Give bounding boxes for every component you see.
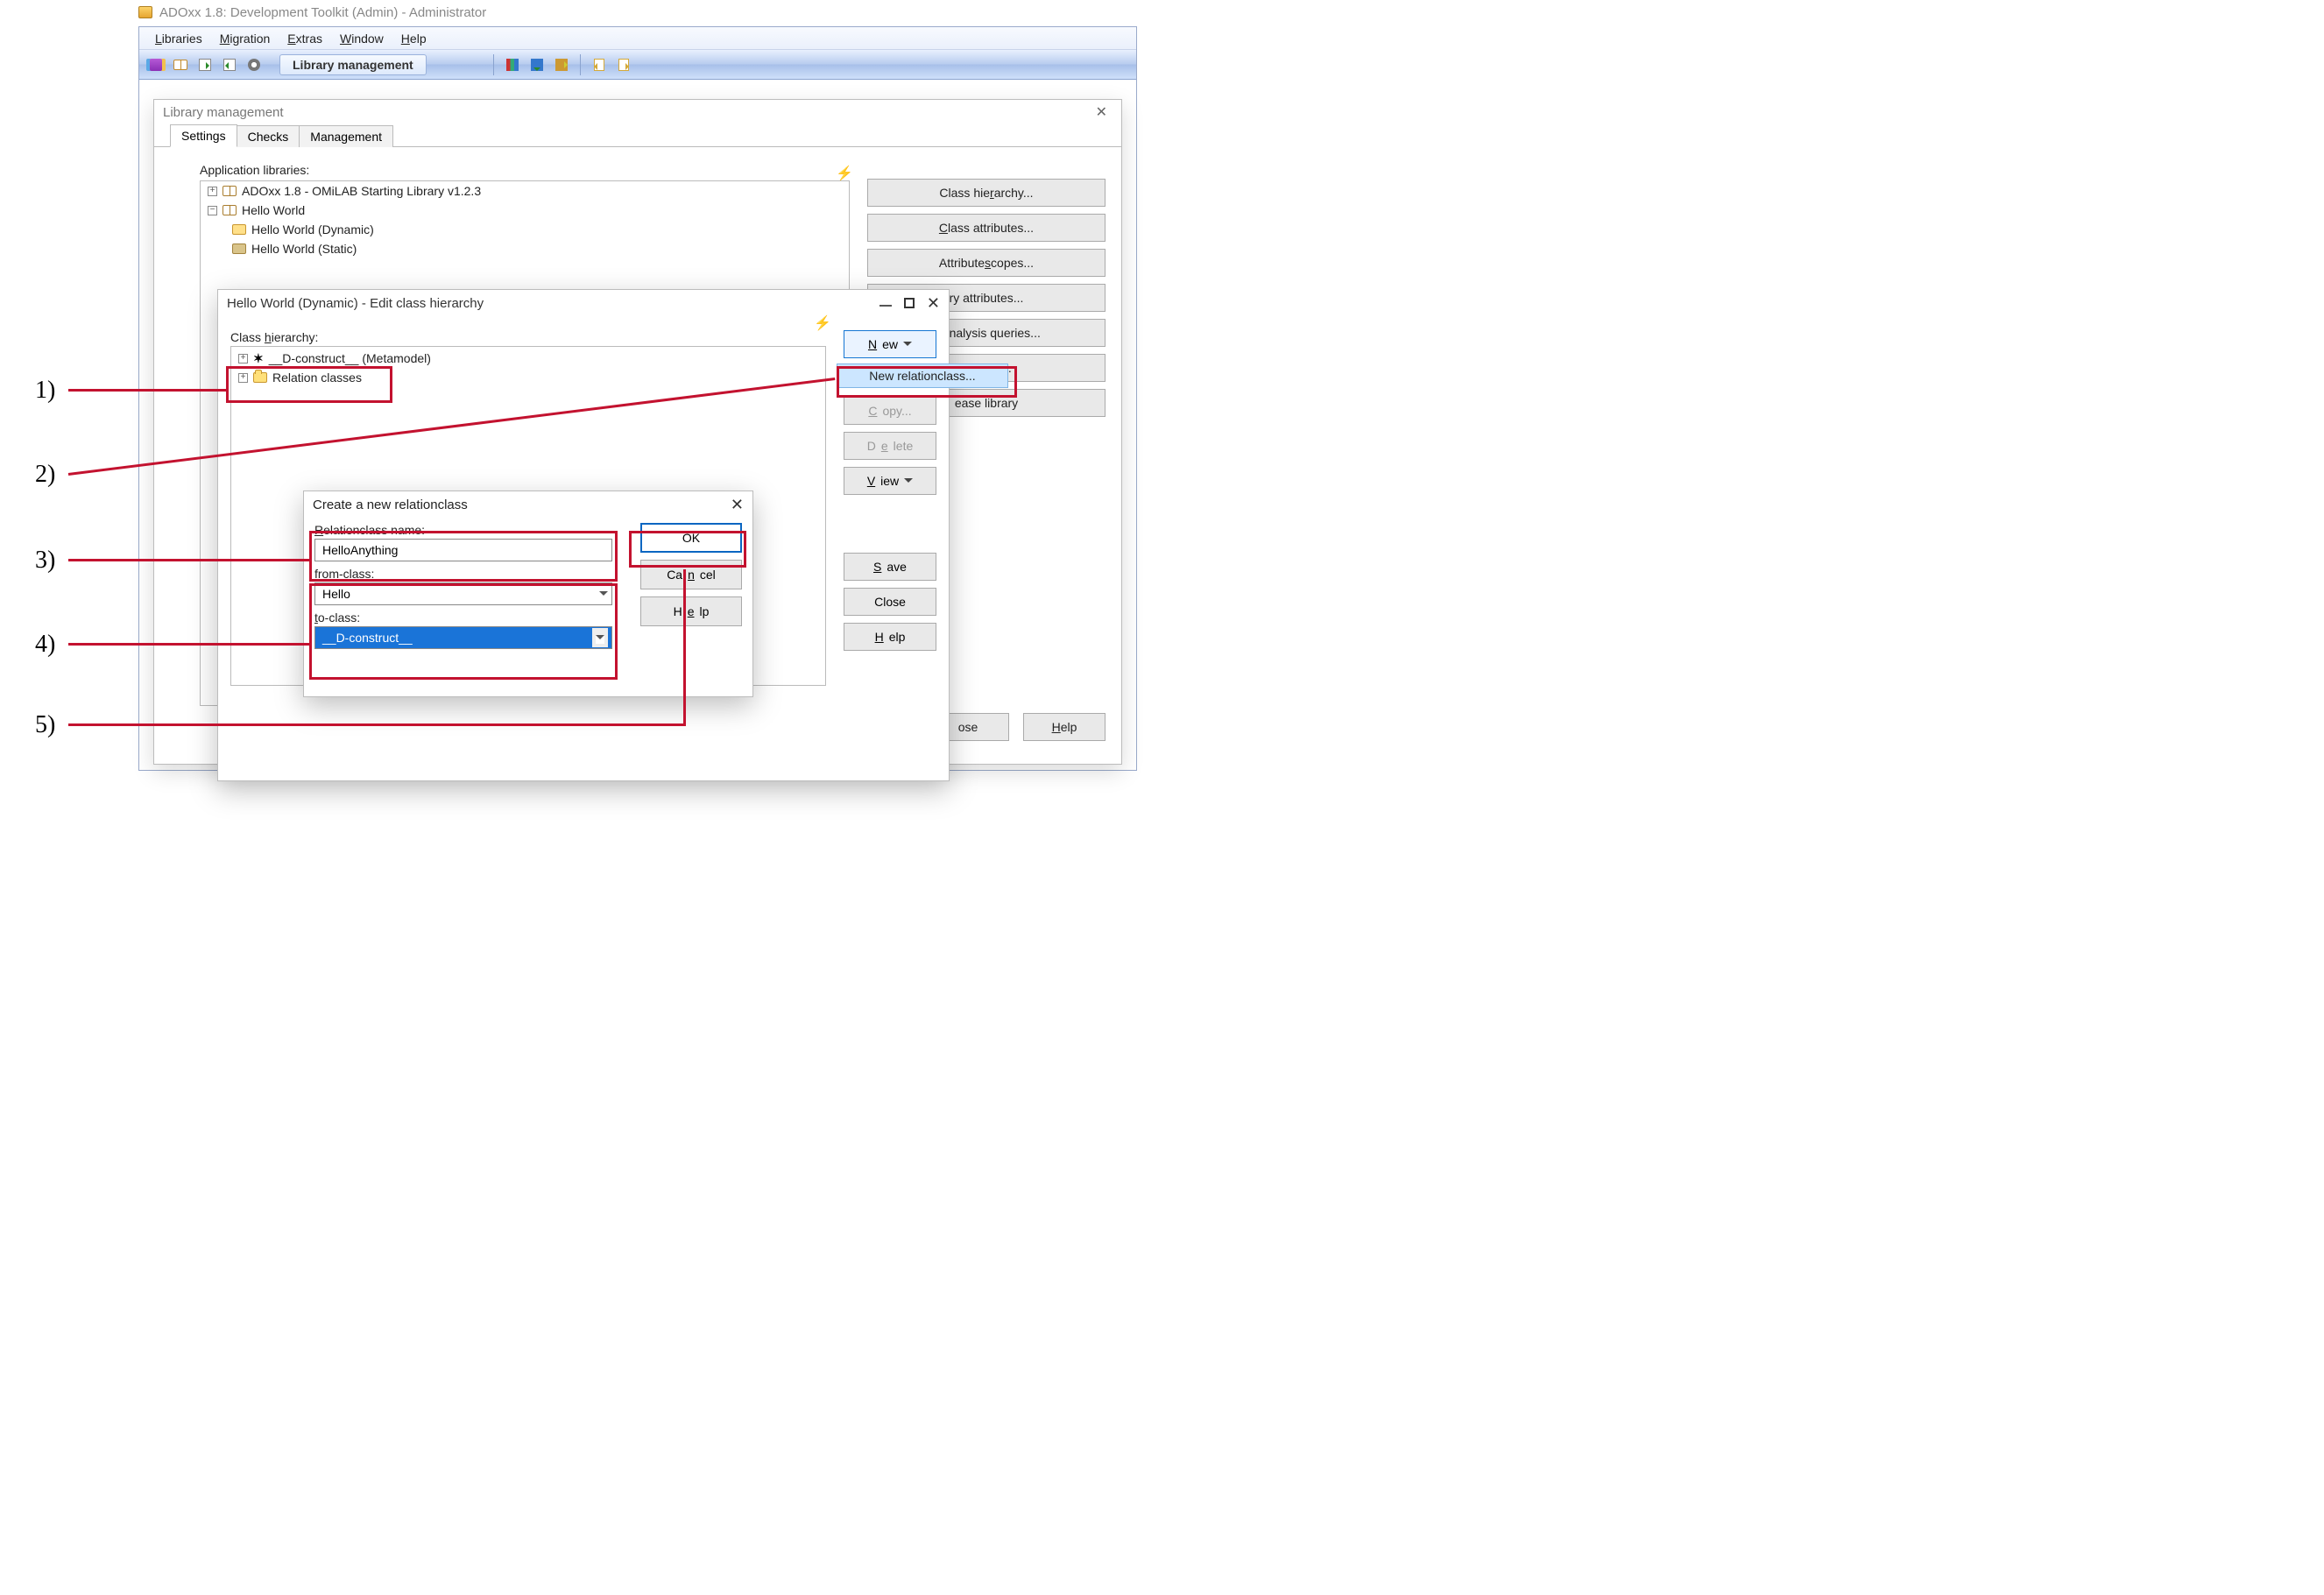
book-icon	[223, 186, 237, 196]
tree-row-helloworld[interactable]: − Hello World	[201, 201, 849, 220]
close-button[interactable]: Close	[844, 588, 936, 616]
tab-settings[interactable]: Settings	[170, 124, 237, 147]
callout-line-5b	[683, 569, 686, 726]
tree-row-adoxx[interactable]: + ADOxx 1.8 - OMiLAB Starting Library v1…	[201, 181, 849, 201]
callout-5: 5)	[35, 711, 55, 739]
menu-libraries[interactable]: Libraries	[146, 30, 211, 47]
dynamic-library-icon	[232, 224, 246, 235]
relationclass-name-group: Relationclass name:	[314, 523, 612, 561]
toolbar-doc-left-icon[interactable]	[590, 55, 609, 74]
libmgmt-title: Library management	[163, 105, 284, 120]
tab-management[interactable]: Management	[300, 125, 393, 147]
tree-row-dynamic[interactable]: Hello World (Dynamic)	[201, 220, 849, 239]
from-class-select[interactable]: Hello	[314, 582, 612, 605]
new-button[interactable]: New	[844, 330, 936, 358]
ech-save-column: Save Close Help	[844, 553, 936, 651]
callout-line-5a	[68, 723, 685, 726]
toolbar-book-icon[interactable]	[171, 55, 190, 74]
from-class-label: from-class:	[314, 567, 612, 581]
from-class-group: from-class: Hello	[314, 567, 612, 605]
help-button[interactable]: Help	[844, 623, 936, 651]
class-attributes-button[interactable]: Class attributes...	[867, 214, 1105, 242]
tree-row-relation-classes[interactable]: + Relation classes	[231, 368, 825, 387]
cancel-button[interactable]: Cancel	[640, 560, 742, 589]
expander-icon[interactable]: +	[238, 373, 248, 383]
callout-4: 4)	[35, 631, 55, 659]
class-x-icon: ✶	[253, 351, 264, 366]
callout-line-3	[68, 559, 310, 561]
help-button[interactable]: Help	[640, 596, 742, 626]
class-hierarchy-button[interactable]: Class hierarchy...	[867, 179, 1105, 207]
toolbar-label: Library management	[279, 54, 427, 75]
menu-extras[interactable]: Extras	[279, 30, 331, 47]
book-icon	[223, 205, 237, 215]
minimize-icon[interactable]	[879, 305, 892, 307]
ok-button[interactable]: OK	[640, 523, 742, 553]
ech-right-rail: New New relationclass... Copy... Delete …	[844, 330, 936, 495]
toolbar-doc-right-icon[interactable]	[614, 55, 633, 74]
copy-button[interactable]: Copy...	[844, 397, 936, 425]
relationclass-name-label: Relationclass name:	[314, 523, 612, 537]
to-class-label: to-class:	[314, 610, 612, 625]
tree-row-static[interactable]: Hello World (Static)	[201, 239, 849, 258]
expander-icon[interactable]: +	[208, 187, 217, 196]
tree-row-metamodel[interactable]: + ✶ __D-construct__ (Metamodel)	[231, 349, 825, 368]
footer-buttons: ose Help	[927, 713, 1105, 741]
new-relationclass-menu-item[interactable]: New relationclass...	[837, 363, 1008, 388]
crc-button-rail: OK Cancel Help	[640, 523, 742, 626]
static-library-icon	[232, 243, 246, 254]
close-icon[interactable]: ✕	[927, 294, 940, 313]
tab-checks[interactable]: Checks	[237, 125, 300, 147]
menu-window[interactable]: Window	[331, 30, 392, 47]
toolbar-book-right-icon[interactable]	[552, 55, 571, 74]
menu-migration[interactable]: Migration	[211, 30, 279, 47]
expander-icon[interactable]: −	[208, 206, 217, 215]
toolbar-books-icon[interactable]	[503, 55, 522, 74]
callout-line-4	[68, 643, 310, 646]
app-icon	[138, 6, 152, 18]
toolbar-import-icon[interactable]	[220, 55, 239, 74]
delete-button[interactable]: Delete	[844, 432, 936, 460]
to-class-select[interactable]: __D-construct__	[314, 626, 612, 649]
toolbar-book-down-icon[interactable]	[527, 55, 547, 74]
app-title: ADOxx 1.8: Development Toolkit (Admin) -…	[159, 5, 486, 20]
toolbar-people-icon[interactable]	[146, 55, 166, 74]
maximize-icon[interactable]	[904, 298, 915, 308]
app-title-bar: ADOxx 1.8: Development Toolkit (Admin) -…	[138, 0, 486, 25]
class-hierarchy-label: Class hierarchy:	[230, 330, 936, 344]
save-button[interactable]: Save	[844, 553, 936, 581]
crc-title: Create a new relationclass	[313, 498, 468, 512]
menu-help[interactable]: Help	[392, 30, 435, 47]
folder-icon	[253, 372, 267, 383]
lightning-icon[interactable]: ⚡	[814, 314, 831, 332]
menubar: Libraries Migration Extras Window Help	[139, 27, 1136, 50]
close-icon[interactable]: ✕	[1091, 103, 1113, 121]
help-button[interactable]: Help	[1023, 713, 1105, 741]
callout-3: 3)	[35, 547, 55, 575]
toolbar-gears-icon[interactable]	[244, 55, 264, 74]
expander-icon[interactable]: +	[238, 354, 248, 363]
attribute-scopes-button[interactable]: Attribute scopes...	[867, 249, 1105, 277]
toolbar-export-icon[interactable]	[195, 55, 215, 74]
tab-strip: Settings Checks Management	[154, 124, 1121, 147]
view-button[interactable]: View	[844, 467, 936, 495]
relationclass-name-input[interactable]	[314, 539, 612, 561]
callout-1: 1)	[35, 377, 55, 405]
tree-title: Application libraries:	[200, 163, 309, 177]
callout-2: 2)	[35, 461, 55, 489]
toolbar: Library management	[139, 50, 1136, 80]
callout-line-1	[68, 389, 226, 392]
ech-title: Hello World (Dynamic) - Edit class hiera…	[227, 296, 484, 311]
to-class-group: to-class: __D-construct__	[314, 610, 612, 649]
close-icon[interactable]: ✕	[731, 496, 744, 514]
